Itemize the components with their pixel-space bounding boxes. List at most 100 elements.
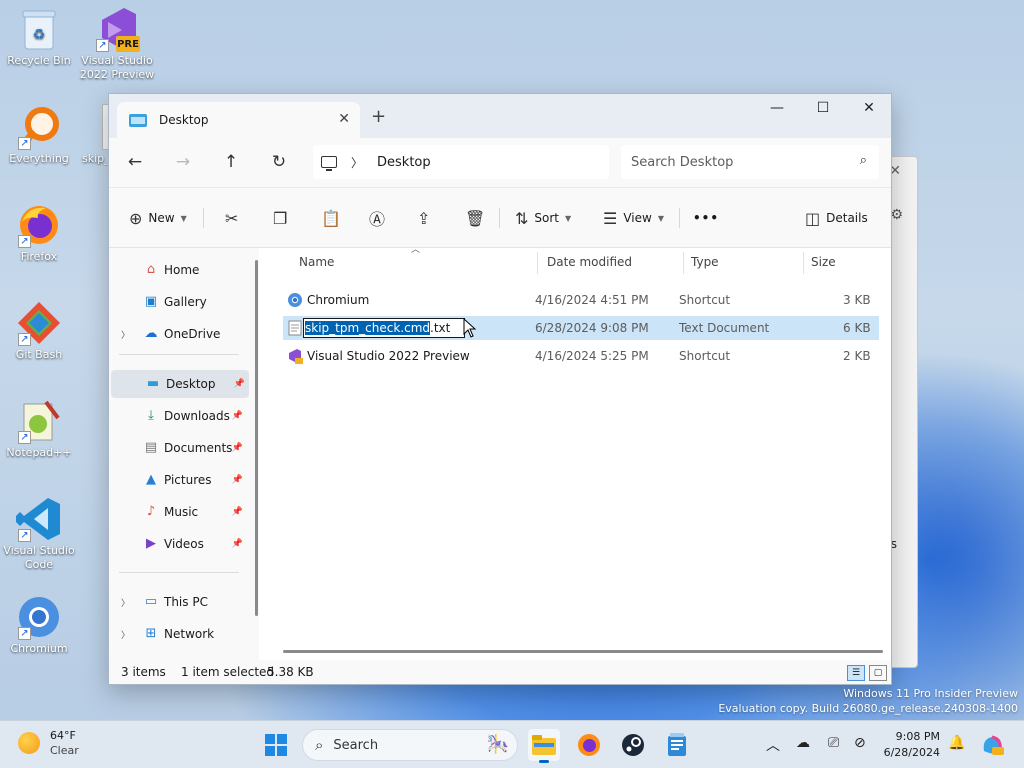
- cut-button[interactable]: ✂: [225, 205, 244, 231]
- desktop-icon-vscode[interactable]: ↗ Visual Studio Code: [0, 496, 78, 572]
- close-button[interactable]: ✕: [846, 94, 892, 122]
- details-view-button[interactable]: ☰: [847, 665, 865, 681]
- home-icon: ⌂: [146, 262, 156, 277]
- vscode-icon: ↗: [16, 496, 62, 542]
- rename-input[interactable]: skip_tpm_check.cmd.txt: [303, 318, 465, 338]
- column-header-size[interactable]: Size: [803, 248, 883, 276]
- nav-item-downloads[interactable]: ⤓ Downloads 📌: [109, 402, 247, 430]
- chevron-up-icon[interactable]: ︿: [766, 735, 780, 755]
- start-button[interactable]: [260, 729, 292, 761]
- nav-item-gallery[interactable]: ▣ Gallery: [109, 288, 247, 316]
- nav-item-videos[interactable]: ▶ Videos 📌: [109, 530, 247, 558]
- minimize-button[interactable]: —: [754, 94, 800, 122]
- taskbar-file-explorer[interactable]: [528, 729, 560, 763]
- desktop-icon-label: Notepad++: [6, 446, 72, 459]
- tab-close-icon[interactable]: ✕: [338, 111, 350, 127]
- desktop-icon-visual-studio-2022[interactable]: PRE ↗ Visual Studio 2022 Preview: [78, 6, 156, 82]
- details-pane-icon: ◫: [805, 208, 821, 228]
- evaluation-watermark: Windows 11 Pro Insider Preview Evaluatio…: [718, 686, 1018, 716]
- nav-item-pictures[interactable]: ▲ Pictures 📌: [109, 466, 247, 494]
- search-input[interactable]: Search Desktop ⌕: [621, 145, 879, 179]
- back-arrow-icon[interactable]: ←: [121, 150, 149, 174]
- selection-size: 5.38 KB: [267, 665, 314, 679]
- shortcut-arrow-icon: ↗: [18, 627, 31, 640]
- column-header-name[interactable]: Name: [291, 248, 537, 276]
- weather-widget[interactable]: 64°F Clear: [18, 728, 79, 758]
- desktop-icon-chromium[interactable]: ↗ Chromium: [0, 594, 78, 656]
- file-row-visual-studio[interactable]: Visual Studio 2022 Preview 4/16/2024 5:2…: [283, 344, 879, 368]
- gear-icon[interactable]: ⚙: [890, 207, 903, 223]
- column-header-date[interactable]: Date modified: [539, 248, 683, 276]
- sort-button[interactable]: ⇅ Sort ▼: [515, 205, 571, 231]
- view-button[interactable]: ☰ View ▼: [603, 205, 664, 231]
- taskbar-firefox[interactable]: [573, 729, 605, 761]
- desktop-icon-git-bash[interactable]: ↗ Git Bash: [0, 300, 78, 362]
- details-pane-button[interactable]: ◫ Details: [805, 205, 868, 231]
- paste-button[interactable]: 📋: [321, 205, 347, 231]
- up-arrow-icon[interactable]: ↑: [217, 150, 245, 174]
- chevron-right-icon[interactable]: 〉: [121, 328, 130, 341]
- rename-button[interactable]: Ⓐ: [369, 205, 391, 231]
- breadcrumb-desktop[interactable]: Desktop: [377, 155, 431, 170]
- scissors-icon: ✂: [225, 208, 239, 228]
- breadcrumb[interactable]: 〉 Desktop: [313, 145, 609, 179]
- desktop-icon-notepadpp[interactable]: ↗ Notepad++: [0, 398, 78, 460]
- firefox-icon: [578, 734, 600, 756]
- notification-bell-icon[interactable]: 🔔: [948, 735, 965, 751]
- tab-desktop[interactable]: Desktop ✕: [117, 102, 360, 138]
- refresh-icon[interactable]: ↻: [265, 150, 293, 174]
- new-button[interactable]: ⊕ New ▼: [129, 205, 187, 231]
- desktop-icon-firefox[interactable]: ↗ Firefox: [0, 202, 78, 264]
- file-explorer-window: Desktop ✕ + — ☐ ✕ ← → ↑ ↻ 〉 Desktop Sear…: [108, 93, 892, 685]
- large-icons-view-button[interactable]: ▢: [869, 665, 887, 681]
- nav-item-network[interactable]: 〉 ⊞ Network: [109, 620, 247, 648]
- copy-button[interactable]: ❐: [273, 205, 293, 231]
- file-size: 3 KB: [843, 293, 871, 307]
- nav-item-this-pc[interactable]: 〉 ▭ This PC: [109, 588, 247, 616]
- chevron-right-icon[interactable]: 〉: [351, 154, 363, 171]
- forward-arrow-icon[interactable]: →: [169, 150, 197, 174]
- cloud-offline-icon[interactable]: ☁: [796, 735, 810, 751]
- column-divider[interactable]: [537, 252, 538, 274]
- nav-item-onedrive[interactable]: 〉 ☁ OneDrive: [109, 320, 247, 348]
- title-bar: Desktop ✕ + — ☐ ✕: [109, 94, 891, 138]
- desktop-icon-recycle-bin[interactable]: ♻ Recycle Bin: [0, 6, 78, 68]
- network-disconnected-icon[interactable]: ⊘: [854, 735, 866, 751]
- file-row-skip-tpm-check[interactable]: skip_tpm_check.cmd.txt 6/28/2024 9:08 PM…: [283, 316, 879, 340]
- nav-item-home[interactable]: ⌂ Home: [109, 256, 247, 284]
- nav-item-documents[interactable]: ▤ Documents 📌: [109, 434, 247, 462]
- horizontal-scrollbar[interactable]: [283, 650, 883, 653]
- delete-button[interactable]: 🗑: [465, 205, 491, 231]
- maximize-button[interactable]: ☐: [800, 94, 846, 122]
- taskbar-search-box[interactable]: ⌕ Search 🎠: [302, 729, 518, 761]
- taskbar-notepad[interactable]: [661, 729, 693, 761]
- chevron-right-icon[interactable]: 〉: [121, 628, 130, 641]
- copilot-button[interactable]: [976, 729, 1008, 761]
- share-button[interactable]: ⇪: [417, 205, 436, 231]
- taskbar-steam[interactable]: [617, 729, 649, 761]
- nav-scrollbar[interactable]: [255, 260, 258, 616]
- display-icon[interactable]: ⎚: [828, 735, 839, 751]
- desktop-icon-everything[interactable]: ↗ Everything: [0, 104, 78, 166]
- more-options-button[interactable]: •••: [693, 205, 719, 231]
- windows-logo-icon: [265, 734, 287, 756]
- weather-moon-icon: [18, 732, 40, 754]
- chevron-right-icon[interactable]: 〉: [121, 596, 130, 609]
- copy-icon: ❐: [273, 208, 288, 228]
- nav-label: Desktop: [166, 377, 216, 391]
- nav-item-music[interactable]: ♪ Music 📌: [109, 498, 247, 526]
- new-tab-button[interactable]: +: [371, 106, 386, 127]
- taskbar: 64°F Clear ⌕ Search 🎠 ︿ ☁ ⎚ ⊘ 9:08 PM 6/…: [0, 720, 1024, 768]
- visual-studio-icon: [289, 349, 303, 364]
- visual-studio-icon: PRE ↗: [94, 6, 140, 52]
- pin-icon: 📌: [231, 539, 243, 549]
- taskbar-clock[interactable]: 9:08 PM 6/28/2024: [880, 729, 940, 761]
- file-row-chromium[interactable]: Chromium 4/16/2024 4:51 PM Shortcut 3 KB: [283, 288, 879, 312]
- notepad-plus-plus-icon: ↗: [16, 398, 62, 444]
- divider: [499, 208, 500, 228]
- nav-item-desktop[interactable]: ▬ Desktop 📌: [111, 370, 249, 398]
- desktop-icon-skip-file[interactable]: skip_: [78, 104, 108, 166]
- pin-icon: 📌: [231, 475, 243, 485]
- shortcut-arrow-icon: ↗: [18, 137, 31, 150]
- column-header-type[interactable]: Type: [683, 248, 803, 276]
